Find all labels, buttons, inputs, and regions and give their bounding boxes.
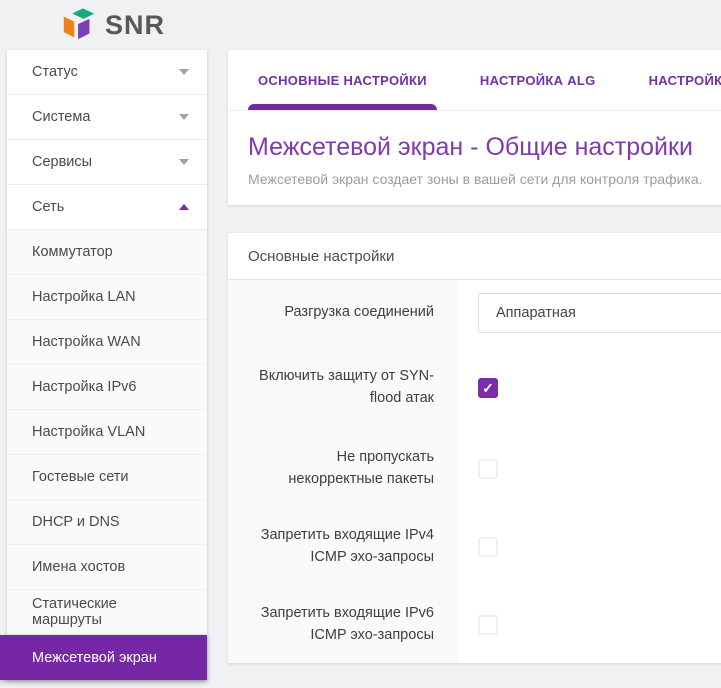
brand-logo: SNR <box>60 5 165 45</box>
sidebar-item[interactable]: Настройка LAN <box>7 275 207 320</box>
sidebar-item[interactable]: Межсетевой экран <box>0 635 207 680</box>
sidebar-item[interactable]: Коммутатор <box>7 230 207 275</box>
sidebar-item-label: Настройка LAN <box>32 289 136 305</box>
form-row: Запретить входящие IPv4 ICMP эхо-запросы <box>228 508 721 586</box>
sidebar-item[interactable]: Сеть <box>7 185 207 230</box>
form-row: Включить защиту от SYN-flood атак ✓ <box>228 345 721 430</box>
snr-cube-icon <box>60 6 98 44</box>
sidebar-item[interactable]: Настройка WAN <box>7 320 207 365</box>
page-title: Межсетевой экран - Общие настройки <box>248 131 721 165</box>
form-row: Не пропускать некорректные пакеты <box>228 430 721 508</box>
sidebar-item-label: Сервисы <box>32 154 92 170</box>
checkbox[interactable] <box>478 537 498 557</box>
sidebar-item-label: Статус <box>32 64 78 80</box>
field-control: ✓ <box>458 345 721 430</box>
header-card: ОСНОВНЫЕ НАСТРОЙКИ НАСТРОЙКА ALG НАСТРОЙ… <box>228 50 721 205</box>
tab[interactable]: НАСТРОЙКА ALG <box>470 50 606 110</box>
sidebar-item-label: Настройка WAN <box>32 334 141 350</box>
field-control <box>458 586 721 663</box>
sidebar-item[interactable]: Гостевые сети <box>7 455 207 500</box>
tab-label: НАСТРОЙКА ALG <box>480 73 596 88</box>
chevron-down-icon <box>179 114 189 120</box>
tab-label: НАСТРОЙКА DMZ <box>649 73 721 88</box>
tab-label: ОСНОВНЫЕ НАСТРОЙКИ <box>258 73 427 88</box>
settings-panel: Основные настройки Разгрузка соединений … <box>228 233 721 663</box>
active-tab-indicator <box>248 104 437 110</box>
field-label: Включить защиту от SYN-flood атак <box>228 345 458 430</box>
sidebar-item-label: Настройка VLAN <box>32 424 145 440</box>
field-label: Не пропускать некорректные пакеты <box>228 430 458 508</box>
router-admin-page: SNR Статус Система Сервисы Сеть <box>0 0 721 688</box>
panel-title: Основные настройки <box>228 233 721 280</box>
checkbox[interactable] <box>478 615 498 635</box>
field-label: Разгрузка соединений <box>228 280 458 345</box>
check-icon: ✓ <box>482 381 494 395</box>
select-value: Аппаратная <box>496 305 576 321</box>
sidebar-item-label: Гостевые сети <box>32 469 129 485</box>
field-control <box>458 508 721 586</box>
form-row: Запретить входящие IPv6 ICMP эхо-запросы <box>228 586 721 663</box>
checkbox[interactable]: ✓ <box>478 378 498 398</box>
offload-select[interactable]: Аппаратная <box>478 293 721 333</box>
field-label: Запретить входящие IPv6 ICMP эхо-запросы <box>228 586 458 663</box>
chevron-up-icon <box>179 204 189 210</box>
sidebar-item[interactable]: DHCP и DNS <box>7 500 207 545</box>
sidebar-nav: Статус Система Сервисы Сеть <box>7 50 207 680</box>
chevron-down-icon <box>179 69 189 75</box>
tab[interactable]: ОСНОВНЫЕ НАСТРОЙКИ <box>248 50 437 110</box>
field-label: Запретить входящие IPv4 ICMP эхо-запросы <box>228 508 458 586</box>
sidebar-item[interactable]: Статические маршруты <box>7 590 207 635</box>
sidebar-item-label: Настройка IPv6 <box>32 379 136 395</box>
sidebar-item-label: Коммутатор <box>32 244 113 260</box>
sidebar-item-label: Система <box>32 109 90 125</box>
page-subtitle: Межсетевой экран создает зоны в вашей се… <box>248 171 721 187</box>
settings-form: Разгрузка соединений Аппаратная Включить… <box>228 280 721 663</box>
sidebar-item[interactable]: Имена хостов <box>7 545 207 590</box>
form-row: Разгрузка соединений Аппаратная <box>228 280 721 345</box>
sidebar-item-label: Сеть <box>32 199 64 215</box>
sidebar-item[interactable]: Настройка IPv6 <box>7 365 207 410</box>
tab[interactable]: НАСТРОЙКА DMZ <box>639 50 721 110</box>
sidebar-item[interactable]: Система <box>7 95 207 140</box>
tab-bar: ОСНОВНЫЕ НАСТРОЙКИ НАСТРОЙКА ALG НАСТРОЙ… <box>228 50 721 111</box>
sidebar-item-label: Статические маршруты <box>32 596 189 628</box>
field-control <box>458 430 721 508</box>
sidebar-item[interactable]: Статус <box>7 50 207 95</box>
page-header: Межсетевой экран - Общие настройки Межсе… <box>228 111 721 187</box>
main-content: ОСНОВНЫЕ НАСТРОЙКИ НАСТРОЙКА ALG НАСТРОЙ… <box>228 50 721 663</box>
sidebar-item-label: DHCP и DNS <box>32 514 120 530</box>
sidebar-item-label: Имена хостов <box>32 559 125 575</box>
brand-name: SNR <box>105 10 165 41</box>
sidebar-item[interactable]: Сервисы <box>7 140 207 185</box>
chevron-down-icon <box>179 159 189 165</box>
sidebar-item-label: Межсетевой экран <box>32 650 157 666</box>
checkbox[interactable] <box>478 459 498 479</box>
field-control: Аппаратная <box>458 280 721 345</box>
sidebar-item[interactable]: Настройка VLAN <box>7 410 207 455</box>
